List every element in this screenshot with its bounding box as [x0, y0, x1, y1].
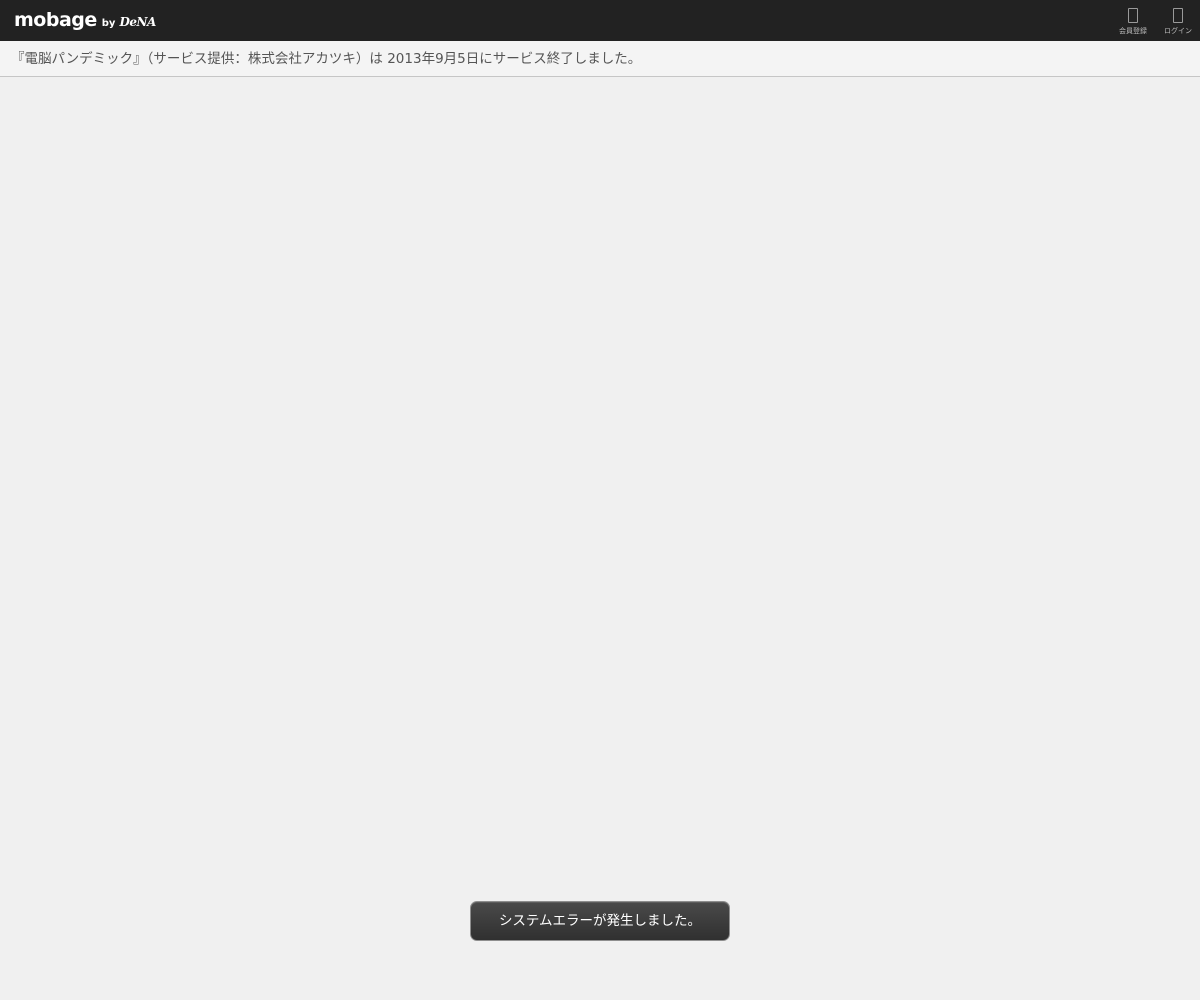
- logo-brand: DeNA: [119, 15, 156, 29]
- service-ended-notice: 『電脳パンデミック』（サービス提供：株式会社アカツキ）は 2013年9月5日にサ…: [0, 41, 1200, 77]
- phone-icon: [1128, 8, 1138, 23]
- main-content-area: [0, 77, 1200, 1000]
- logo-by-text: by: [101, 18, 116, 29]
- register-label: 会員登録: [1119, 27, 1147, 35]
- login-button[interactable]: ログイン: [1158, 5, 1198, 39]
- top-navigation-bar: mobage by DeNA 会員登録 ログイン: [0, 0, 1200, 41]
- mobage-logo[interactable]: mobage by DeNA: [14, 9, 156, 31]
- notice-text: 『電脳パンデミック』（サービス提供：株式会社アカツキ）は 2013年9月5日にサ…: [11, 51, 642, 67]
- register-button[interactable]: 会員登録: [1113, 5, 1153, 39]
- logo-wordmark: mobage: [14, 9, 97, 31]
- login-label: ログイン: [1164, 27, 1192, 35]
- system-error-toast: システムエラーが発生しました。: [470, 901, 730, 941]
- toast-message: システムエラーが発生しました。: [498, 913, 702, 929]
- phone-icon: [1173, 8, 1183, 23]
